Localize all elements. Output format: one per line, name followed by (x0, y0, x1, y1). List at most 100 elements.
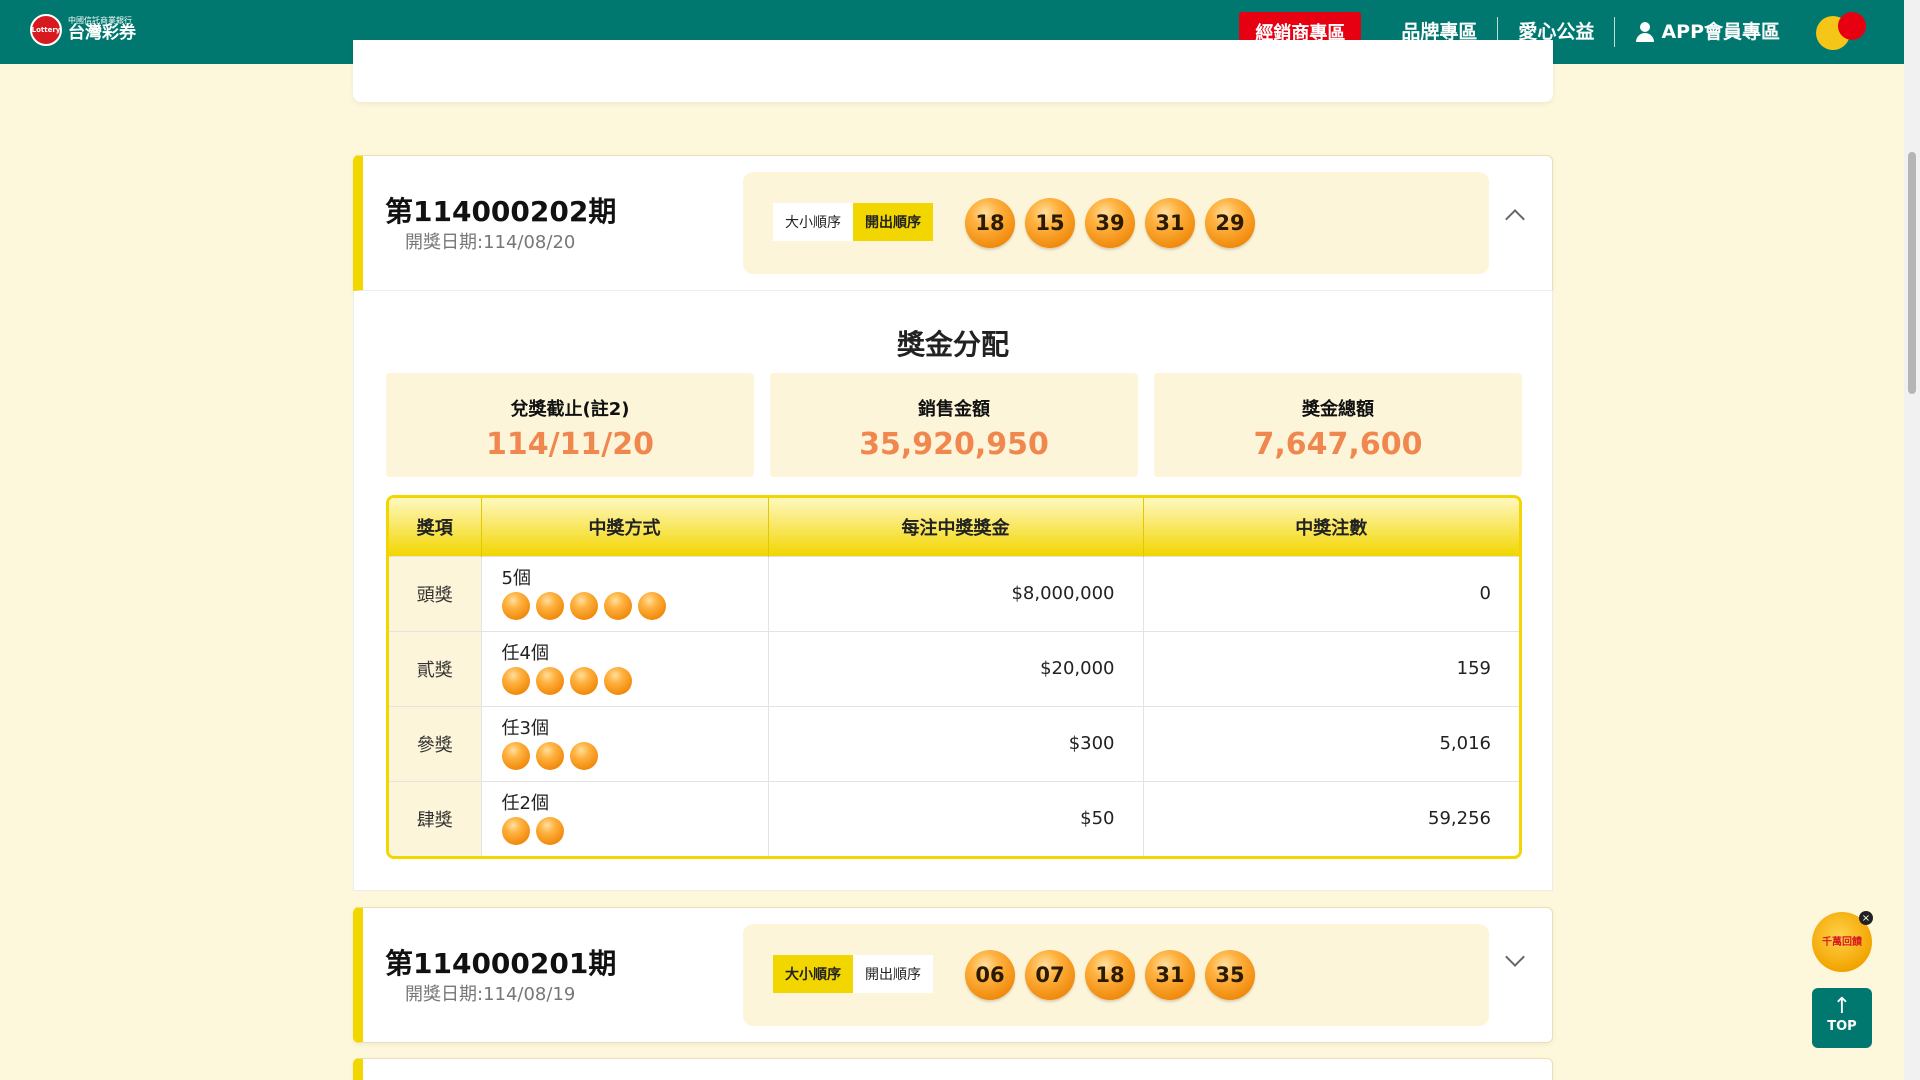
prize-tier-name: 參獎 (389, 705, 482, 781)
number-ball: 31 (1145, 198, 1195, 248)
ball-icon (569, 666, 598, 695)
column-header: 中獎方式 (481, 498, 769, 556)
matching-balls (501, 666, 768, 695)
number-ball: 31 (1145, 950, 1195, 1000)
next-draw-card[interactable] (353, 1058, 1553, 1080)
winning-balls: 06 07 18 31 35 (965, 950, 1265, 1000)
draw-period-title: 第114000202期 (385, 195, 617, 228)
matching-balls (501, 741, 768, 770)
back-to-top-button[interactable]: ↑ TOP (1812, 988, 1872, 1048)
order-by-draw-button[interactable]: 開出順序 (853, 955, 933, 993)
order-by-size-button[interactable]: 大小順序 (773, 203, 853, 241)
matching-balls (501, 591, 768, 620)
ball-icon (535, 741, 564, 770)
ball-icon (637, 591, 666, 620)
scrollbar-thumb[interactable] (1908, 152, 1916, 394)
nav-member-label: APP會員專區 (1661, 21, 1780, 43)
number-ball: 15 (1025, 198, 1075, 248)
ball-icon (535, 666, 564, 695)
ball-icon (603, 591, 632, 620)
winning-numbers-box: 大小順序 開出順序 18 15 39 31 29 (743, 172, 1489, 274)
winning-numbers-box: 大小順序 開出順序 06 07 18 31 35 (743, 924, 1489, 1026)
ball-icon (535, 816, 564, 845)
nav-member-link[interactable]: APP會員專區 (1615, 17, 1800, 47)
page-scrollbar[interactable] (1904, 0, 1920, 1080)
ball-icon (535, 591, 564, 620)
stat-total-prize: 獎金總額 7,647,600 (1154, 373, 1522, 477)
table-row: 頭獎 5個 $8,000,000 0 (389, 555, 1519, 631)
prize-tier-name: 肆獎 (389, 780, 482, 856)
number-ball: 29 (1205, 198, 1255, 248)
order-by-draw-button[interactable]: 開出順序 (853, 203, 933, 241)
ball-icon (501, 741, 530, 770)
prize-method-cell: 任4個 (481, 630, 769, 706)
number-ball: 35 (1205, 950, 1255, 1000)
prize-distribution-panel: 獎金分配 兌獎截止(註2) 114/11/20 銷售金額 35,920,950 … (353, 291, 1553, 891)
prize-method-label: 任3個 (501, 717, 549, 739)
table-row: 肆獎 任2個 $50 59,256 (389, 780, 1519, 856)
draw-card-114000202[interactable]: 第114000202期 開獎日期:114/08/20 大小順序 開出順序 18 … (353, 155, 1553, 291)
draw-period-title: 第114000201期 (385, 947, 617, 980)
ball-icon (569, 741, 598, 770)
number-ball: 18 (1085, 950, 1135, 1000)
ball-icon (603, 666, 632, 695)
column-header: 每注中獎獎金 (768, 498, 1144, 556)
prize-method-cell: 5個 (481, 555, 769, 631)
table-row: 貳獎 任4個 $20,000 159 (389, 630, 1519, 706)
winner-count: 159 (1143, 630, 1519, 706)
stat-value: 114/11/20 (485, 427, 655, 462)
stat-claim-deadline: 兌獎截止(註2) 114/11/20 (386, 373, 754, 477)
arrow-up-icon: ↑ (1832, 994, 1852, 1019)
ball-icon (501, 816, 530, 845)
order-toggle: 大小順序 開出順序 (773, 203, 933, 241)
stat-label: 兌獎截止(註2) (510, 399, 630, 420)
draw-date: 開獎日期:114/08/19 (405, 984, 576, 1005)
matching-balls (501, 816, 768, 845)
winning-balls: 18 15 39 31 29 (965, 198, 1265, 248)
stat-label: 銷售金額 (918, 399, 990, 420)
taiwan-lottery-logo[interactable]: Lottery 中國信託商業銀行 台灣彩券 (30, 14, 136, 46)
ball-icon (501, 666, 530, 695)
prize-tier-name: 頭獎 (389, 555, 482, 631)
number-ball: 39 (1085, 198, 1135, 248)
prize-title: 獎金分配 (896, 328, 1009, 361)
winner-count: 0 (1143, 555, 1519, 631)
prize-table: 獎項 中獎方式 每注中獎獎金 中獎注數 頭獎 5個 $8,000,000 0 貳獎 任4個… (386, 495, 1522, 859)
column-header: 獎項 (389, 498, 482, 556)
user-icon (1635, 21, 1655, 43)
order-toggle: 大小順序 開出順序 (773, 955, 933, 993)
prize-tier-name: 貳獎 (389, 630, 482, 706)
winner-count: 59,256 (1143, 780, 1519, 856)
table-row: 參獎 任3個 $300 5,016 (389, 705, 1519, 781)
draw-card-114000201[interactable]: 第114000201期 開獎日期:114/08/19 大小順序 開出順序 06 … (353, 907, 1553, 1043)
prize-method-label: 任2個 (501, 792, 549, 814)
ball-icon (501, 591, 530, 620)
prize-amount: $50 (768, 780, 1144, 856)
top-label: TOP (1827, 1019, 1857, 1034)
column-header: 中獎注數 (1143, 498, 1519, 556)
stat-value: 35,920,950 (859, 427, 1049, 462)
order-by-size-button[interactable]: 大小順序 (773, 955, 853, 993)
number-ball: 06 (965, 950, 1015, 1000)
prize-method-label: 5個 (501, 567, 531, 589)
charity-heart-logo-icon[interactable] (1814, 10, 1868, 54)
collapse-chevron-icon[interactable] (1505, 209, 1525, 229)
lottery-logo-icon: Lottery (30, 14, 62, 46)
expand-chevron-icon[interactable] (1505, 947, 1525, 967)
prize-amount: $300 (768, 705, 1144, 781)
prize-amount: $20,000 (768, 630, 1144, 706)
number-ball: 18 (965, 198, 1015, 248)
previous-card-bottom (353, 40, 1553, 102)
prize-method-label: 任4個 (501, 642, 549, 664)
stat-sales-amount: 銷售金額 35,920,950 (770, 373, 1138, 477)
prize-method-cell: 任2個 (481, 780, 769, 856)
close-icon[interactable]: × (1859, 911, 1873, 925)
stat-value: 7,647,600 (1253, 427, 1423, 462)
prize-amount: $8,000,000 (768, 555, 1144, 631)
winner-count: 5,016 (1143, 705, 1519, 781)
table-header-row: 獎項 中獎方式 每注中獎獎金 中獎注數 (389, 498, 1519, 556)
logo-title: 台灣彩券 (68, 23, 136, 44)
draw-date: 開獎日期:114/08/20 (405, 232, 576, 253)
ball-icon (569, 591, 598, 620)
stat-label: 獎金總額 (1302, 399, 1374, 420)
